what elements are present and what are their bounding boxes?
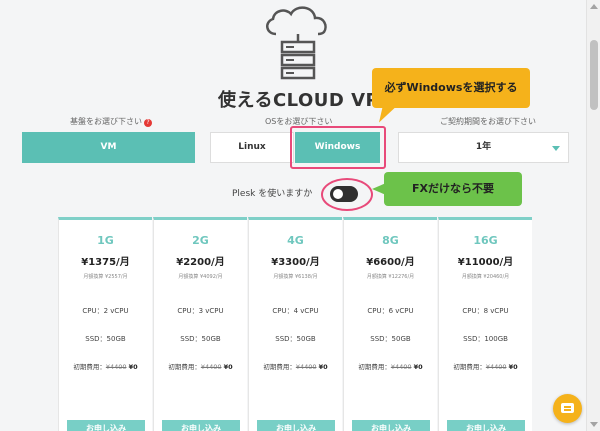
plan-monthly: 月額換算 ¥6138/月 [273,274,318,280]
contract-period-value: 1年 [475,142,492,152]
initial-fee-new: ¥0 [223,363,233,371]
scroll-up-arrow-icon[interactable] [590,4,598,9]
callout-fx: FXだけなら不要 [384,172,522,206]
apply-button[interactable]: お申し込み [162,420,240,431]
plan-cpu: CPU：6 vCPU [367,307,414,315]
cloud-server-icon [266,6,327,80]
base-label-text: 基盤をお選び下さい [70,117,142,126]
initial-fee-old: ¥4400 [200,363,222,371]
chat-icon [561,403,574,413]
plan-card-8g: 8G ¥6600/月 月額換算 ¥12276/月 CPU：6 vCPU SSD：… [343,217,437,431]
initial-fee-old: ¥4400 [485,363,507,371]
required-icon: ? [144,119,152,127]
plan-ram: 2G [192,234,209,247]
plan-cpu: CPU：4 vCPU [272,307,319,315]
plan-price: ¥11000/月 [457,257,514,268]
initial-fee-new: ¥0 [508,363,518,371]
plan-card-16g: 16G ¥11000/月 月額換算 ¥20460/月 CPU：8 vCPU SS… [438,217,532,431]
chevron-down-icon [552,146,560,151]
plan-price: ¥2200/月 [176,257,225,268]
plan-card-1g: 1G ¥1375/月 月額換算 ¥2557/月 CPU：2 vCPU SSD：5… [58,217,152,431]
plan-list: 1G ¥1375/月 月額換算 ¥2557/月 CPU：2 vCPU SSD：5… [58,217,534,431]
initial-fee-label: 初期費用： [453,363,486,371]
apply-button[interactable]: お申し込み [67,420,145,431]
plan-ram: 8G [382,234,399,247]
plan-ram: 16G [473,234,498,247]
initial-fee-new: ¥0 [318,363,328,371]
plan-initial-fee: 初期費用：¥4400 ¥0 [154,361,247,371]
plan-ssd: SSD：50GB [180,335,221,343]
plan-initial-fee: 初期費用：¥4400 ¥0 [249,361,342,371]
page-title: 使えるCLOUD VPS [218,90,393,111]
plan-ram: 1G [97,234,114,247]
initial-fee-label: 初期費用： [73,363,106,371]
plan-ssd: SSD：50GB [85,335,126,343]
initial-fee-label: 初期費用： [168,363,201,371]
base-vm-button[interactable]: VM [22,132,195,163]
plan-monthly: 月額換算 ¥20460/月 [461,274,510,280]
plan-ssd: SSD：100GB [463,335,508,343]
plan-cpu: CPU：3 vCPU [177,307,224,315]
plan-ssd: SSD：50GB [275,335,316,343]
plesk-label: Plesk を使いますか [232,189,313,199]
initial-fee-old: ¥4400 [295,363,317,371]
plan-initial-fee: 初期費用：¥4400 ¥0 [439,361,532,371]
scroll-down-arrow-icon[interactable] [590,422,598,427]
callout-windows: 必ずWindowsを選択する [372,68,530,108]
initial-fee-label: 初期費用： [263,363,296,371]
plan-ssd: SSD：50GB [370,335,411,343]
windows-highlight-frame [290,126,386,169]
initial-fee-new: ¥0 [413,363,423,371]
vertical-scrollbar[interactable] [586,0,600,431]
scroll-thumb[interactable] [590,40,598,110]
initial-fee-label: 初期費用： [358,363,391,371]
page: 使えるCLOUD VPS 基盤をお選び下さい? OSをお選び下さい ご契約期間を… [0,0,586,431]
base-label: 基盤をお選び下さい? [70,116,152,127]
apply-button[interactable]: お申し込み [352,420,430,431]
plan-cpu: CPU：2 vCPU [82,307,129,315]
chat-button[interactable] [553,394,582,423]
plan-card-4g: 4G ¥3300/月 月額換算 ¥6138/月 CPU：4 vCPU SSD：5… [248,217,342,431]
contract-label: ご契約期間をお選び下さい [440,117,536,126]
toggle-highlight-circle [321,178,373,211]
plan-monthly: 月額換算 ¥2557/月 [83,274,128,280]
plan-cpu: CPU：8 vCPU [462,307,509,315]
initial-fee-new: ¥0 [128,363,138,371]
plan-ram: 4G [287,234,304,247]
apply-button[interactable]: お申し込み [447,420,525,431]
initial-fee-old: ¥4400 [105,363,127,371]
plan-price: ¥6600/月 [366,257,415,268]
plan-monthly: 月額換算 ¥12276/月 [366,274,415,280]
plan-initial-fee: 初期費用：¥4400 ¥0 [59,361,152,371]
os-linux-button[interactable]: Linux [210,132,294,163]
plan-card-2g: 2G ¥2200/月 月額換算 ¥4092/月 CPU：3 vCPU SSD：5… [153,217,247,431]
apply-button[interactable]: お申し込み [257,420,335,431]
plan-monthly: 月額換算 ¥4092/月 [178,274,223,280]
contract-period-select[interactable]: 1年 [398,132,569,163]
plan-initial-fee: 初期費用：¥4400 ¥0 [344,361,437,371]
initial-fee-old: ¥4400 [390,363,412,371]
plan-price: ¥3300/月 [271,257,320,268]
plan-price: ¥1375/月 [81,257,130,268]
